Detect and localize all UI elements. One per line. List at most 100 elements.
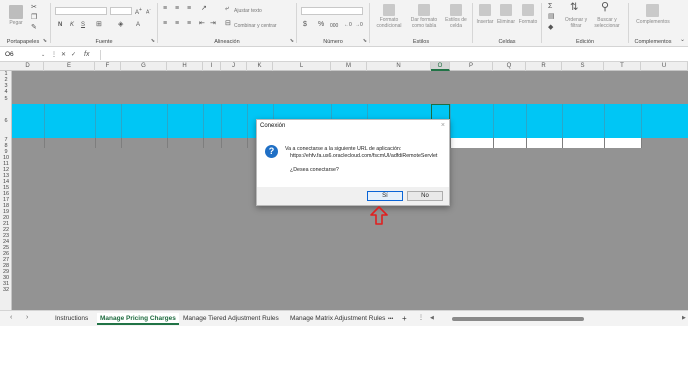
decrease-decimal-icon[interactable]: →0 — [355, 21, 363, 29]
merge-center-button[interactable]: Combinar y centrar — [234, 23, 277, 29]
decrease-indent-icon[interactable]: ⇤ — [199, 20, 205, 28]
addins-button[interactable]: Complementos — [632, 19, 674, 26]
font-color-icon[interactable]: A — [136, 21, 140, 29]
clear-icon[interactable]: ◆ — [548, 24, 553, 32]
orientation-icon[interactable]: ↗ — [201, 5, 207, 13]
column-header-f[interactable]: F — [95, 62, 121, 71]
number-format-combo[interactable] — [301, 7, 363, 15]
align-bottom-icon[interactable]: ≡ — [187, 5, 191, 13]
column-header-n[interactable]: N — [367, 62, 431, 71]
formula-input[interactable] — [100, 50, 684, 60]
next-sheet-icon[interactable]: › — [26, 314, 28, 321]
decrease-font-icon[interactable]: A- — [146, 6, 151, 17]
column-header-k[interactable]: K — [247, 62, 273, 71]
bold-button[interactable]: N — [58, 21, 62, 29]
column-header-q[interactable]: Q — [493, 62, 526, 71]
column-header-o[interactable]: O — [431, 62, 450, 71]
currency-button[interactable]: $ — [303, 21, 307, 29]
format-cells-icon[interactable] — [522, 4, 534, 16]
horizontal-scrollbar[interactable] — [452, 317, 584, 321]
column-header-d[interactable]: D — [12, 62, 44, 71]
prev-sheet-icon[interactable]: ‹ — [10, 314, 12, 321]
fill-color-icon[interactable]: ◈ — [118, 21, 123, 29]
sort-filter-button[interactable]: Ordenar y filtrar — [561, 17, 591, 29]
paste-button-label[interactable]: Pegar — [4, 20, 28, 27]
cancel-icon[interactable]: ✕ — [61, 51, 66, 59]
no-button[interactable]: No — [407, 191, 443, 201]
close-icon[interactable]: × — [441, 122, 445, 129]
font-name-combo[interactable] — [55, 7, 107, 15]
row-header-5[interactable]: 5 — [0, 95, 12, 104]
find-select-button[interactable]: Buscar y seleccionar — [591, 17, 623, 29]
more-icon[interactable]: ⋮ — [51, 51, 57, 59]
column-header-u[interactable]: U — [641, 62, 688, 71]
format-as-table-icon[interactable] — [418, 4, 430, 16]
blank-cell-range[interactable] — [444, 138, 641, 148]
sheet-tab-manage-pricing-charges[interactable]: Manage Pricing Charges — [97, 313, 179, 325]
increase-decimal-icon[interactable]: ←0 — [344, 21, 352, 29]
column-header-l[interactable]: L — [273, 62, 331, 71]
collapse-ribbon-icon[interactable]: ⌄ — [680, 36, 685, 44]
sheet-tab-manage-matrix-adjustment-rules[interactable]: Manage Matrix Adjustment Rules — [290, 313, 385, 325]
column-header-m[interactable]: M — [331, 62, 367, 71]
increase-indent-icon[interactable]: ⇥ — [210, 20, 216, 28]
format-button[interactable]: Formato — [517, 19, 539, 26]
percent-button[interactable]: % — [318, 21, 324, 29]
align-center-icon[interactable]: ≡ — [175, 20, 179, 28]
increase-font-icon[interactable]: A+ — [135, 6, 142, 17]
addins-icon[interactable] — [646, 4, 659, 17]
name-box-dropdown-icon[interactable]: ⌄ — [41, 51, 45, 59]
underline-button[interactable]: S — [81, 21, 85, 29]
column-header-p[interactable]: P — [450, 62, 493, 71]
delete-button[interactable]: Eliminar — [495, 19, 517, 26]
copy-icon[interactable]: ❐ — [31, 14, 37, 22]
enter-icon[interactable]: ✓ — [71, 51, 76, 59]
find-select-icon[interactable]: ⚲ — [601, 2, 609, 13]
sort-filter-icon[interactable]: ⇅ — [570, 3, 578, 13]
italic-button[interactable]: K — [70, 21, 74, 29]
scroll-left-icon[interactable]: ◀ — [430, 315, 434, 321]
align-top-icon[interactable]: ≡ — [163, 5, 167, 13]
column-header-h[interactable]: H — [167, 62, 203, 71]
yes-button[interactable]: Sí — [367, 191, 403, 201]
insert-function-button[interactable]: fx — [84, 51, 89, 59]
align-right-icon[interactable]: ≡ — [187, 20, 191, 28]
format-painter-icon[interactable]: ✎ — [31, 24, 37, 32]
format-as-table-button[interactable]: Dar formato como tabla — [407, 17, 441, 29]
column-header-e[interactable]: E — [44, 62, 95, 71]
font-launcher-icon[interactable]: ⬊ — [151, 38, 155, 44]
column-header-s[interactable]: S — [562, 62, 604, 71]
tab-splitter-icon[interactable]: ⋮ — [418, 314, 424, 322]
conditional-format-button[interactable]: Formato condicional — [372, 17, 406, 29]
cut-icon[interactable]: ✂ — [31, 4, 37, 12]
wrap-text-icon[interactable]: ⤶ — [225, 5, 229, 13]
delete-cells-icon[interactable] — [500, 4, 512, 16]
align-middle-icon[interactable]: ≡ — [175, 5, 179, 13]
insert-button[interactable]: Insertar — [474, 19, 496, 26]
insert-cells-icon[interactable] — [479, 4, 491, 16]
scroll-right-icon[interactable]: ▶ — [682, 315, 686, 321]
row-header-32[interactable]: 32 — [0, 287, 12, 293]
conditional-format-icon[interactable] — [383, 4, 395, 16]
cell-styles-button[interactable]: Estilos de celda — [441, 17, 471, 29]
alignment-launcher-icon[interactable]: ⬊ — [290, 38, 294, 44]
align-left-icon[interactable]: ≡ — [163, 20, 167, 28]
column-header-i[interactable]: I — [203, 62, 221, 71]
clipboard-launcher-icon[interactable]: ⬊ — [43, 38, 47, 44]
sheet-tab-manage-tiered-adjustment-rules[interactable]: Manage Tiered Adjustment Rules — [183, 313, 279, 325]
more-sheets-icon[interactable]: ••• — [388, 313, 393, 325]
number-launcher-icon[interactable]: ⬊ — [363, 38, 367, 44]
merge-center-icon[interactable]: ⊟ — [225, 20, 231, 28]
autosum-icon[interactable]: Σ — [548, 3, 552, 11]
borders-icon[interactable]: ⊞ — [96, 21, 102, 29]
sheet-tab-instructions[interactable]: Instructions — [55, 313, 88, 325]
cell-styles-icon[interactable] — [450, 4, 462, 16]
font-size-combo[interactable] — [110, 7, 132, 15]
paste-icon[interactable] — [9, 5, 23, 19]
column-header-r[interactable]: R — [526, 62, 562, 71]
row-header-6[interactable]: 6 — [0, 104, 12, 138]
column-header-j[interactable]: J — [221, 62, 247, 71]
wrap-text-button[interactable]: Ajustar texto — [234, 8, 262, 14]
column-header-t[interactable]: T — [604, 62, 641, 71]
thousands-button[interactable]: 000 — [330, 22, 338, 30]
